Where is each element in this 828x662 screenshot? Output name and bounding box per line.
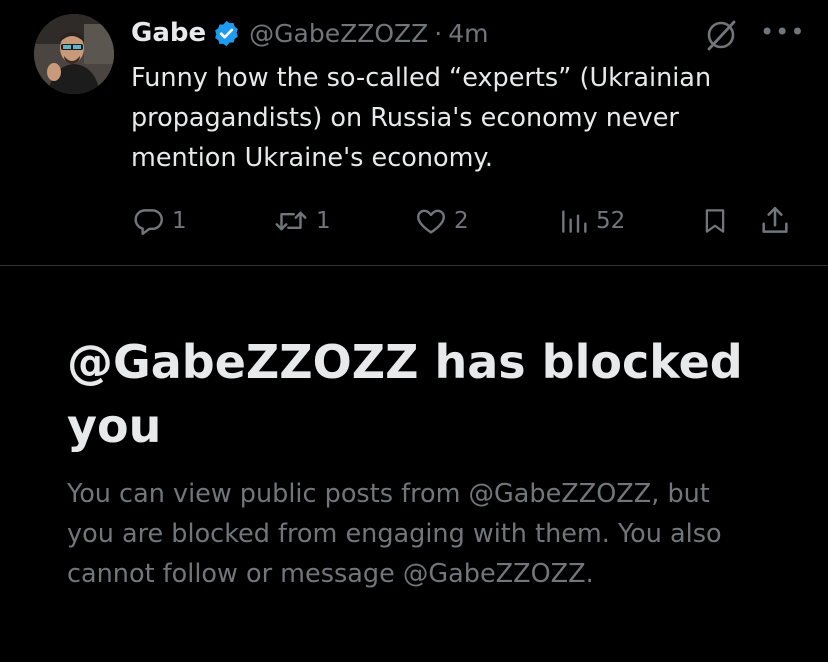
reply-icon <box>132 204 166 238</box>
tweet[interactable]: Gabe @GabeZZOZZ · 4m ••• Funny how the s… <box>0 0 828 266</box>
like-icon <box>414 204 448 238</box>
tweet-text: Funny how the so-called “experts” (Ukrai… <box>131 58 791 178</box>
more-icon[interactable]: ••• <box>760 20 805 44</box>
repost-button[interactable]: 1 <box>272 198 331 244</box>
reply-button[interactable]: 1 <box>132 198 187 244</box>
repost-icon <box>272 204 310 238</box>
like-button[interactable]: 2 <box>414 198 469 244</box>
action-bar: 1 1 2 52 <box>0 198 828 244</box>
bookmark-button[interactable] <box>700 198 730 244</box>
timestamp[interactable]: 4m <box>448 19 488 48</box>
blocked-message-line: You can view public posts from @GabeZZOZ… <box>67 479 710 509</box>
reply-count: 1 <box>172 208 187 234</box>
tweet-text-line: propagandists) on Russia's economy never <box>131 103 679 133</box>
blocked-title: @GabeZZOZZ has blocked you <box>67 330 787 458</box>
verified-badge-icon[interactable] <box>212 19 241 48</box>
blocked-message-line: you are blocked from engaging with them.… <box>67 519 722 549</box>
blocked-title-line: you <box>67 399 162 453</box>
blocked-title-line: @GabeZZOZZ has blocked <box>67 335 743 389</box>
views-count: 52 <box>596 208 626 234</box>
author-handle[interactable]: @GabeZZOZZ <box>249 19 428 48</box>
share-icon <box>758 204 792 238</box>
separator-dot: · <box>434 18 443 48</box>
views-icon <box>558 204 590 238</box>
tweet-header: Gabe @GabeZZOZZ · 4m <box>131 14 489 52</box>
blocked-message-line: cannot follow or message @GabeZZOZZ. <box>67 559 594 589</box>
tweet-text-line: Funny how the so-called “experts” (Ukrai… <box>131 63 712 93</box>
share-button[interactable] <box>758 198 792 244</box>
bookmark-icon <box>700 204 730 238</box>
grok-icon[interactable] <box>704 18 738 52</box>
views-button[interactable]: 52 <box>558 198 625 244</box>
tweet-text-line: mention Ukraine's economy. <box>131 143 493 173</box>
like-count: 2 <box>454 208 469 234</box>
blocked-message: You can view public posts from @GabeZZOZ… <box>67 474 787 594</box>
repost-count: 1 <box>316 208 331 234</box>
author-name[interactable]: Gabe <box>131 18 206 48</box>
avatar[interactable] <box>34 14 114 94</box>
divider <box>0 265 828 266</box>
